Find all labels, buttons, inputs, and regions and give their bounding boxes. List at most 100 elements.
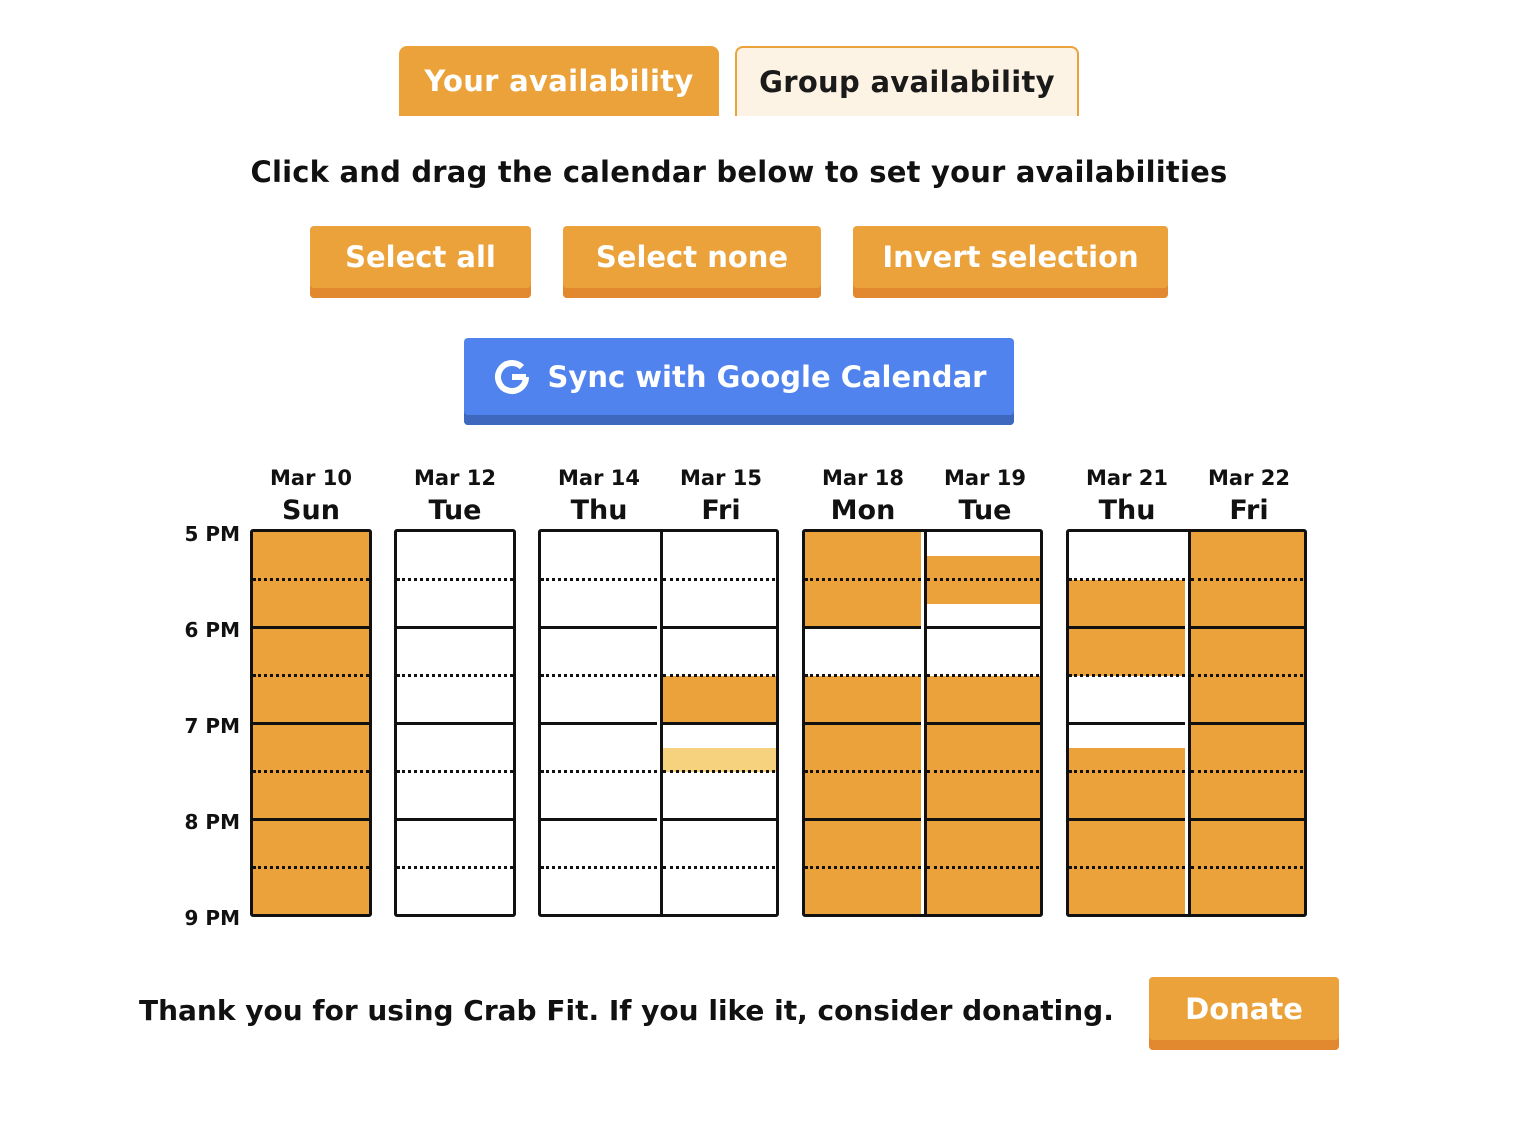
- time-slot[interactable]: [927, 820, 1040, 844]
- time-slot[interactable]: [805, 844, 921, 868]
- day-column[interactable]: [541, 532, 657, 914]
- time-slot[interactable]: [663, 868, 776, 892]
- time-slot[interactable]: [253, 868, 369, 892]
- time-slot[interactable]: [927, 724, 1040, 748]
- invert-selection-button[interactable]: Invert selection: [853, 226, 1168, 298]
- time-slot[interactable]: [541, 868, 657, 892]
- time-slot[interactable]: [1069, 676, 1185, 700]
- time-slot[interactable]: [397, 772, 513, 796]
- time-slot[interactable]: [253, 700, 369, 724]
- time-slot[interactable]: [1191, 604, 1304, 628]
- time-slot[interactable]: [397, 700, 513, 724]
- time-slot[interactable]: [1191, 724, 1304, 748]
- time-slot[interactable]: [927, 652, 1040, 676]
- time-slot[interactable]: [1191, 652, 1304, 676]
- time-slot[interactable]: [927, 628, 1040, 652]
- time-slot[interactable]: [397, 532, 513, 556]
- time-slot[interactable]: [253, 892, 369, 914]
- google-calendar-sync-button[interactable]: Sync with Google Calendar: [464, 338, 1014, 425]
- day-column[interactable]: [805, 532, 921, 914]
- time-slot[interactable]: [1191, 676, 1304, 700]
- time-slot[interactable]: [663, 892, 776, 914]
- time-slot[interactable]: [541, 532, 657, 556]
- select-none-button[interactable]: Select none: [563, 226, 821, 298]
- select-all-button[interactable]: Select all: [310, 226, 531, 298]
- time-slot[interactable]: [397, 556, 513, 580]
- time-slot[interactable]: [397, 820, 513, 844]
- time-slot[interactable]: [1191, 796, 1304, 820]
- time-slot[interactable]: [1069, 556, 1185, 580]
- time-slot[interactable]: [397, 604, 513, 628]
- tab-group-availability[interactable]: Group availability: [735, 46, 1079, 116]
- time-slot[interactable]: [397, 844, 513, 868]
- time-slot[interactable]: [663, 772, 776, 796]
- time-slot[interactable]: [805, 724, 921, 748]
- time-slot[interactable]: [1069, 700, 1185, 724]
- time-slot[interactable]: [1069, 820, 1185, 844]
- time-slot[interactable]: [805, 700, 921, 724]
- time-slot[interactable]: [253, 796, 369, 820]
- day-column[interactable]: [253, 532, 369, 914]
- time-slot[interactable]: [663, 604, 776, 628]
- time-slot[interactable]: [1069, 772, 1185, 796]
- time-slot[interactable]: [397, 676, 513, 700]
- time-slot[interactable]: [397, 724, 513, 748]
- time-slot[interactable]: [253, 580, 369, 604]
- tab-your-availability[interactable]: Your availability: [399, 46, 719, 116]
- time-slot[interactable]: [1191, 820, 1304, 844]
- time-slot[interactable]: [397, 892, 513, 914]
- donate-button[interactable]: Donate: [1149, 977, 1339, 1050]
- time-slot[interactable]: [663, 796, 776, 820]
- time-slot[interactable]: [1191, 844, 1304, 868]
- time-slot[interactable]: [927, 532, 1040, 556]
- time-slot[interactable]: [927, 700, 1040, 724]
- time-slot[interactable]: [927, 772, 1040, 796]
- time-slot[interactable]: [805, 868, 921, 892]
- time-slot[interactable]: [1069, 652, 1185, 676]
- time-slot[interactable]: [663, 628, 776, 652]
- time-slot[interactable]: [805, 772, 921, 796]
- time-slot[interactable]: [541, 676, 657, 700]
- time-slot[interactable]: [1069, 892, 1185, 914]
- time-slot[interactable]: [927, 892, 1040, 914]
- time-slot[interactable]: [541, 700, 657, 724]
- time-slot[interactable]: [253, 652, 369, 676]
- time-slot[interactable]: [1069, 628, 1185, 652]
- time-slot[interactable]: [253, 628, 369, 652]
- time-slot[interactable]: [927, 748, 1040, 772]
- time-slot[interactable]: [253, 604, 369, 628]
- time-slot[interactable]: [927, 796, 1040, 820]
- time-slot[interactable]: [805, 604, 921, 628]
- time-slot[interactable]: [663, 748, 776, 772]
- time-slot[interactable]: [253, 748, 369, 772]
- time-slot[interactable]: [927, 580, 1040, 604]
- time-slot[interactable]: [541, 580, 657, 604]
- time-slot[interactable]: [1191, 748, 1304, 772]
- time-slot[interactable]: [805, 628, 921, 652]
- time-slot[interactable]: [805, 652, 921, 676]
- time-slot[interactable]: [663, 652, 776, 676]
- time-slot[interactable]: [663, 724, 776, 748]
- time-slot[interactable]: [663, 676, 776, 700]
- time-slot[interactable]: [541, 820, 657, 844]
- time-slot[interactable]: [1191, 628, 1304, 652]
- time-slot[interactable]: [663, 844, 776, 868]
- time-slot[interactable]: [1191, 556, 1304, 580]
- time-slot[interactable]: [927, 604, 1040, 628]
- time-slot[interactable]: [805, 820, 921, 844]
- time-slot[interactable]: [663, 580, 776, 604]
- time-slot[interactable]: [541, 604, 657, 628]
- time-slot[interactable]: [805, 580, 921, 604]
- day-column[interactable]: [397, 532, 513, 914]
- time-slot[interactable]: [805, 748, 921, 772]
- time-slot[interactable]: [1069, 532, 1185, 556]
- time-slot[interactable]: [1069, 748, 1185, 772]
- time-slot[interactable]: [927, 676, 1040, 700]
- time-slot[interactable]: [663, 532, 776, 556]
- time-slot[interactable]: [927, 844, 1040, 868]
- time-slot[interactable]: [397, 652, 513, 676]
- time-slot[interactable]: [541, 628, 657, 652]
- time-slot[interactable]: [541, 724, 657, 748]
- time-slot[interactable]: [805, 676, 921, 700]
- time-slot[interactable]: [1069, 604, 1185, 628]
